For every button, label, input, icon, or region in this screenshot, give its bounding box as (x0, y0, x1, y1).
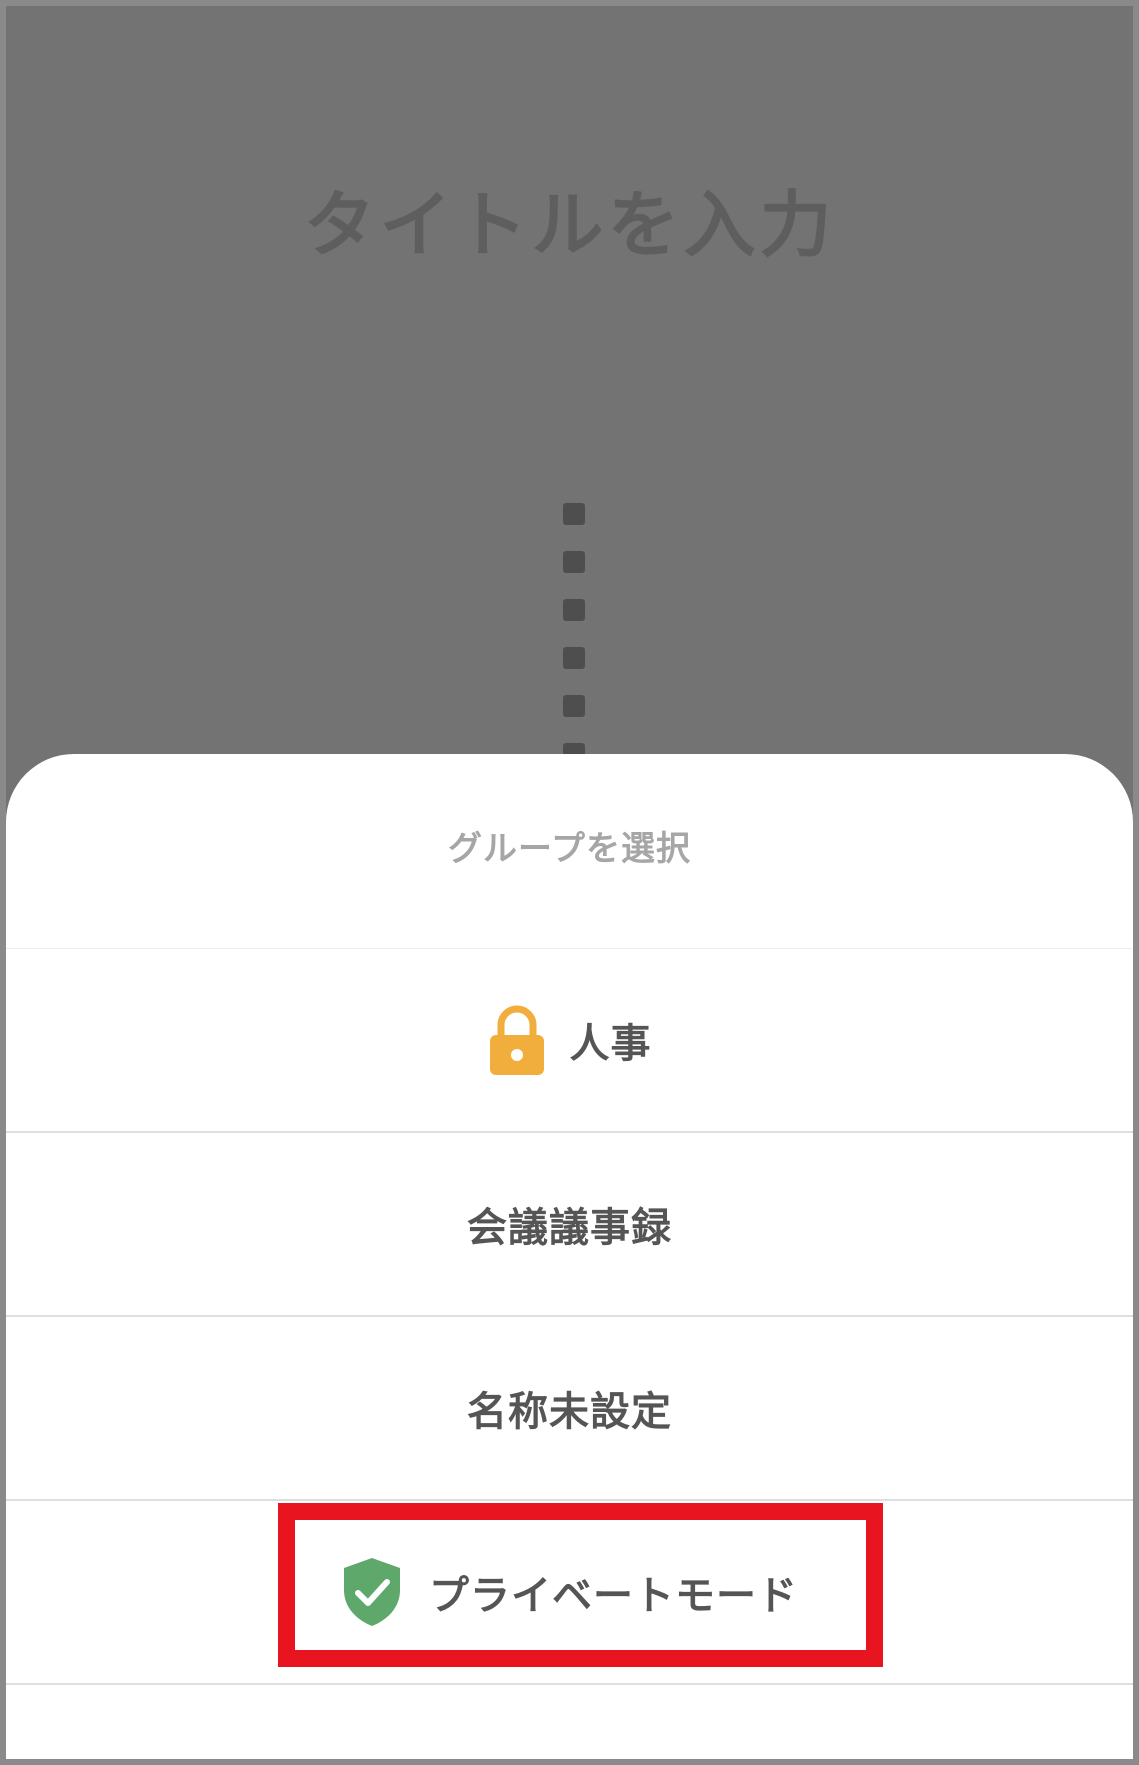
drag-dot (563, 647, 585, 669)
drag-dot (563, 599, 585, 621)
group-option-private-mode[interactable]: プライベートモード (6, 1501, 1133, 1685)
group-option-meeting-minutes[interactable]: 会議議事録 (6, 1133, 1133, 1317)
drag-handle[interactable] (563, 503, 587, 791)
lock-icon (488, 1003, 546, 1077)
group-option-label: 名称未設定 (467, 1389, 672, 1435)
shield-check-icon (341, 1556, 403, 1628)
title-input[interactable]: タイトルを入力 (6, 166, 1133, 271)
screen: タイトルを入力 グループを選択 人事 会議議事録 名称未設定 プライベートモード (0, 0, 1139, 1765)
sheet-title: グループを選択 (6, 754, 1133, 949)
group-option-label: プライベートモード (429, 1573, 798, 1619)
group-option-label: 会議議事録 (467, 1205, 672, 1251)
drag-dot (563, 503, 585, 525)
group-option-label: 人事 (569, 1021, 652, 1067)
drag-dot (563, 551, 585, 573)
group-option-jinji[interactable]: 人事 (6, 949, 1133, 1133)
drag-dot (563, 695, 585, 717)
group-select-sheet: グループを選択 人事 会議議事録 名称未設定 プライベートモード (6, 754, 1133, 1759)
group-option-untitled[interactable]: 名称未設定 (6, 1317, 1133, 1501)
